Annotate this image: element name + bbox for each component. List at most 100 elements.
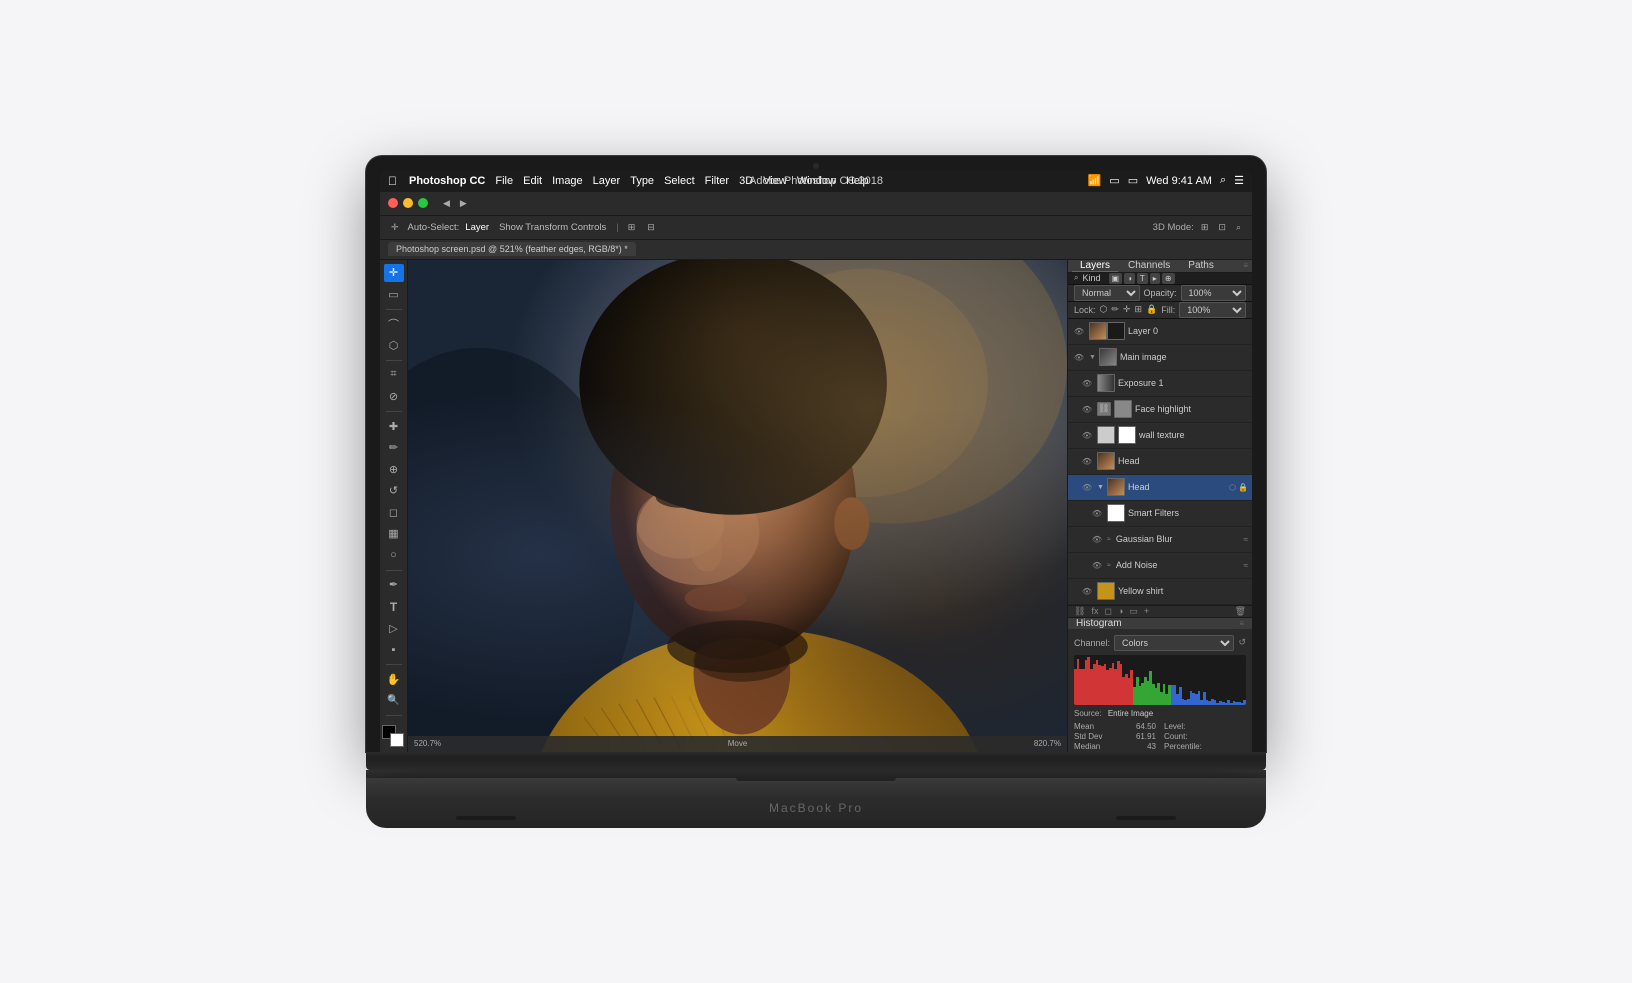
search-icon[interactable]: ⌕	[1220, 174, 1226, 187]
tool-clone[interactable]: ⊕	[384, 460, 404, 479]
lock-pixel-icon[interactable]: ✏	[1111, 304, 1119, 315]
menu-file[interactable]: File	[495, 175, 513, 187]
filter-blend-icon2[interactable]: ≈	[1244, 561, 1248, 570]
histogram-panel-header[interactable]: Histogram ≡	[1068, 618, 1252, 629]
lock-all-icon[interactable]: 🔒	[1146, 304, 1157, 315]
layer-item-exposure1[interactable]: 👁 Exposure 1	[1068, 371, 1252, 397]
tool-lasso[interactable]: ⌒	[384, 315, 404, 334]
tool-gradient[interactable]: ▦	[384, 525, 404, 544]
layer-thumb	[1097, 452, 1115, 470]
layer-eye-icon[interactable]: 👁	[1080, 454, 1094, 468]
layer-mask-icon[interactable]: ◻	[1104, 606, 1111, 617]
filter-adj-icon[interactable]: ◑	[1124, 273, 1135, 284]
tool-type[interactable]: T	[384, 597, 404, 616]
group-expand-icon[interactable]: ▼	[1089, 354, 1096, 361]
menu-filter[interactable]: Filter	[705, 175, 729, 187]
lock-position-icon[interactable]: ✛	[1123, 304, 1131, 315]
layer-style-icon[interactable]: fx	[1091, 606, 1098, 616]
layer-item-add-noise[interactable]: 👁 ≈ Add Noise ≈	[1068, 553, 1252, 579]
filter-smart-icon[interactable]: ⊕	[1162, 273, 1175, 284]
tool-healing[interactable]: ✚	[384, 417, 404, 436]
kind-dropdown[interactable]: Kind	[1082, 273, 1100, 283]
ps-plus-icon[interactable]: ▶	[457, 197, 470, 210]
menu-type[interactable]: Type	[630, 175, 654, 187]
tool-hand[interactable]: ✋	[384, 670, 404, 689]
tab-paths[interactable]: Paths	[1180, 260, 1222, 271]
menu-select[interactable]: Select	[664, 175, 695, 187]
filter-type-icon[interactable]: T	[1137, 273, 1148, 284]
panel-menu-icon[interactable]: ≡	[1243, 261, 1248, 270]
layer-eye-icon[interactable]: 👁	[1090, 506, 1104, 520]
tool-eyedropper[interactable]: ⊘	[384, 387, 404, 406]
filter-shape-icon[interactable]: ▸	[1150, 273, 1160, 284]
fill-select[interactable]: 100%	[1179, 302, 1246, 318]
document-tab[interactable]: Photoshop screen.psd @ 521% (feather edg…	[388, 242, 636, 256]
ps-canvas-area[interactable]: 520.7% Move 820.7%	[408, 260, 1067, 752]
apple-logo-icon[interactable]: 	[388, 174, 397, 188]
layer-eye-icon[interactable]: 👁	[1080, 402, 1094, 416]
ps-arrow-icon[interactable]: ◀	[440, 197, 453, 210]
histogram-refresh-icon[interactable]: ↺	[1238, 637, 1246, 648]
tool-path-select[interactable]: ▷	[384, 619, 404, 638]
layer-item-gaussian-blur[interactable]: 👁 ≈ Gaussian Blur ≈	[1068, 527, 1252, 553]
menu-photoshop[interactable]: Photoshop CC	[409, 175, 485, 187]
menu-image[interactable]: Image	[552, 175, 583, 187]
ps-options-move-icon[interactable]: ✛	[388, 221, 402, 234]
opacity-select[interactable]: 100%	[1181, 285, 1247, 301]
tool-eraser[interactable]: ◻	[384, 503, 404, 522]
layer-item-smart-filters[interactable]: 👁 Smart Filters	[1068, 501, 1252, 527]
layer-eye-icon[interactable]: 👁	[1080, 376, 1094, 390]
3d-icon-1[interactable]: ⊞	[1198, 221, 1212, 234]
filter-blend-icon[interactable]: ≈	[1244, 535, 1248, 544]
tool-brush[interactable]: ✏	[384, 438, 404, 457]
layer-eye-icon[interactable]: 👁	[1090, 558, 1104, 572]
layer-item-yellow-shirt[interactable]: 👁 Yellow shirt	[1068, 579, 1252, 605]
layer-item-head1[interactable]: 👁 Head	[1068, 449, 1252, 475]
layer-add-icon[interactable]: +	[1144, 606, 1149, 616]
filter-pixel-icon[interactable]: ▣	[1109, 273, 1123, 284]
tab-layers[interactable]: Layers	[1072, 260, 1118, 272]
group-expand-icon2[interactable]: ▼	[1097, 484, 1104, 491]
layer-item-head2[interactable]: 👁 ▼ Head ⬡ 🔒	[1068, 475, 1252, 501]
close-button[interactable]	[388, 198, 398, 208]
tool-crop[interactable]: ⌗	[384, 366, 404, 385]
menu-edit[interactable]: Edit	[523, 175, 542, 187]
layer-eye-icon[interactable]: 👁	[1080, 480, 1094, 494]
tool-history[interactable]: ↺	[384, 481, 404, 500]
lock-transparent-icon[interactable]: ⬡	[1100, 304, 1108, 315]
layer-item-main-image[interactable]: 👁 ▼ Main image	[1068, 345, 1252, 371]
layer-eye-icon[interactable]: 👁	[1072, 324, 1086, 338]
layer-eye-icon[interactable]: 👁	[1080, 428, 1094, 442]
minimize-button[interactable]	[403, 198, 413, 208]
tool-move[interactable]: ✛	[384, 264, 404, 283]
histogram-menu-icon[interactable]: ≡	[1239, 619, 1244, 628]
layer-eye-icon[interactable]: 👁	[1072, 350, 1086, 364]
background-color[interactable]	[390, 733, 404, 747]
layer-eye-icon[interactable]: 👁	[1080, 584, 1094, 598]
tool-quick-select[interactable]: ⬡	[384, 336, 404, 355]
layer-group-icon[interactable]: ▭	[1129, 606, 1138, 617]
tool-marquee[interactable]: ▭	[384, 285, 404, 304]
tool-shape[interactable]: ▪	[384, 640, 404, 659]
layer-link-icon[interactable]: ⛓	[1074, 606, 1085, 617]
tool-zoom[interactable]: 🔍	[384, 692, 404, 711]
3d-icon-2[interactable]: ⊡	[1215, 221, 1229, 234]
notification-icon[interactable]: ☰	[1234, 174, 1244, 187]
menu-layer[interactable]: Layer	[593, 175, 621, 187]
distribute-icon[interactable]: ⊟	[644, 221, 658, 234]
tool-pen[interactable]: ✒	[384, 576, 404, 595]
layer-item-face-highlight[interactable]: 👁 ⛓ Face highlight	[1068, 397, 1252, 423]
channel-select[interactable]: Colors	[1114, 635, 1234, 651]
layer-item-layer0[interactable]: 👁 Layer 0	[1068, 319, 1252, 345]
layer-adj-icon[interactable]: ◑	[1118, 606, 1123, 616]
lock-artboard-icon[interactable]: ⊞	[1134, 304, 1142, 315]
layer-item-wall-texture[interactable]: 👁 wall texture	[1068, 423, 1252, 449]
layer-eye-icon[interactable]: 👁	[1090, 532, 1104, 546]
layer-delete-icon[interactable]: 🗑	[1235, 606, 1246, 617]
blend-mode-select[interactable]: Normal	[1074, 285, 1140, 301]
tab-channels[interactable]: Channels	[1120, 260, 1178, 271]
tool-dodge[interactable]: ○	[384, 546, 404, 565]
maximize-button[interactable]	[418, 198, 428, 208]
search-workspace-icon[interactable]: ⌕	[1233, 221, 1244, 234]
align-icon[interactable]: ⊞	[625, 221, 639, 234]
